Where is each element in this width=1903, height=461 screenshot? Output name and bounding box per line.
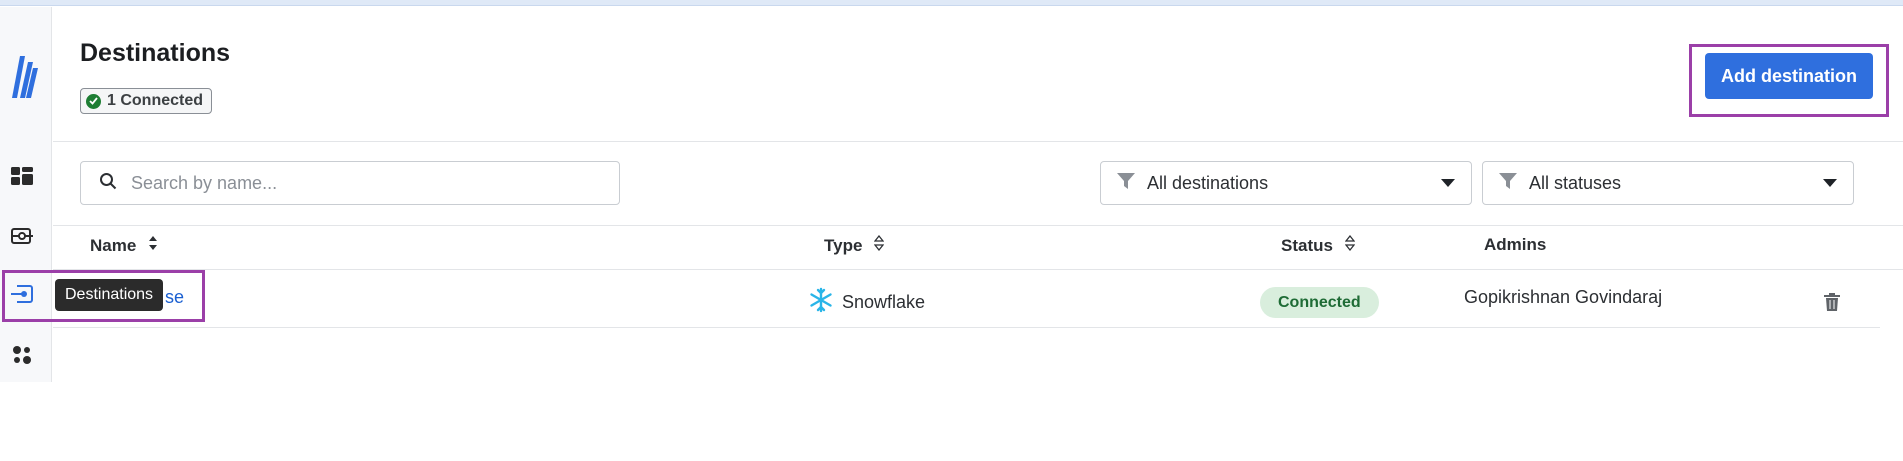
connections-icon[interactable] — [11, 225, 33, 247]
column-header-name[interactable]: Name — [90, 235, 158, 256]
column-header-type-label: Type — [824, 235, 863, 255]
statuses-filter-select[interactable]: All statuses — [1482, 161, 1854, 205]
header-divider — [53, 141, 1903, 142]
check-circle-icon — [86, 93, 101, 109]
destinations-filter-select[interactable]: All destinations — [1100, 161, 1472, 205]
app-logo[interactable] — [10, 54, 40, 100]
table-header-top-border — [53, 225, 1903, 226]
chevron-down-icon — [1441, 179, 1455, 187]
column-header-admins-label: Admins — [1484, 235, 1547, 254]
table-row-divider — [53, 327, 1880, 328]
column-header-name-label: Name — [90, 235, 137, 255]
column-header-status[interactable]: Status — [1281, 234, 1356, 256]
connected-count-label: 1 Connected — [107, 92, 204, 109]
admin-name: Gopikrishnan Govindaraj — [1464, 287, 1663, 307]
table-row-admins-cell: Gopikrishnan Govindaraj — [1464, 287, 1662, 308]
sort-icon[interactable] — [148, 235, 158, 256]
filter-icon — [1117, 172, 1135, 194]
snowflake-icon — [808, 287, 834, 318]
table-row-type-cell: Snowflake — [808, 287, 925, 318]
destinations-tooltip: Destinations — [55, 279, 164, 311]
filter-icon — [1499, 172, 1517, 194]
connected-count-badge: 1 Connected — [80, 88, 213, 114]
add-destination-button[interactable]: Add destination — [1705, 53, 1873, 99]
chevron-down-icon — [1823, 179, 1837, 187]
sort-icon[interactable] — [874, 234, 885, 256]
status-badge: Connected — [1260, 287, 1379, 318]
delete-icon[interactable] — [1824, 293, 1840, 316]
search-placeholder: Search by name... — [131, 172, 278, 193]
main-content: Destinations 1 Connected Add destination… — [53, 7, 1903, 382]
table-header-bottom-border — [53, 269, 1903, 270]
column-header-status-label: Status — [1281, 235, 1333, 255]
destination-type: Snowflake — [842, 292, 926, 312]
sidebar — [0, 7, 52, 382]
column-header-admins: Admins — [1484, 235, 1546, 255]
page-title: Destinations — [80, 39, 231, 67]
statuses-filter-label: All statuses — [1529, 172, 1622, 193]
transformations-icon[interactable] — [11, 344, 33, 366]
column-header-type[interactable]: Type — [824, 234, 885, 256]
sort-icon[interactable] — [1344, 234, 1356, 256]
top-accent-bar — [0, 0, 1903, 6]
destinations-filter-label: All destinations — [1147, 172, 1269, 193]
search-icon — [99, 172, 117, 195]
search-input[interactable]: Search by name... — [80, 161, 620, 205]
dashboard-icon[interactable] — [11, 165, 33, 187]
